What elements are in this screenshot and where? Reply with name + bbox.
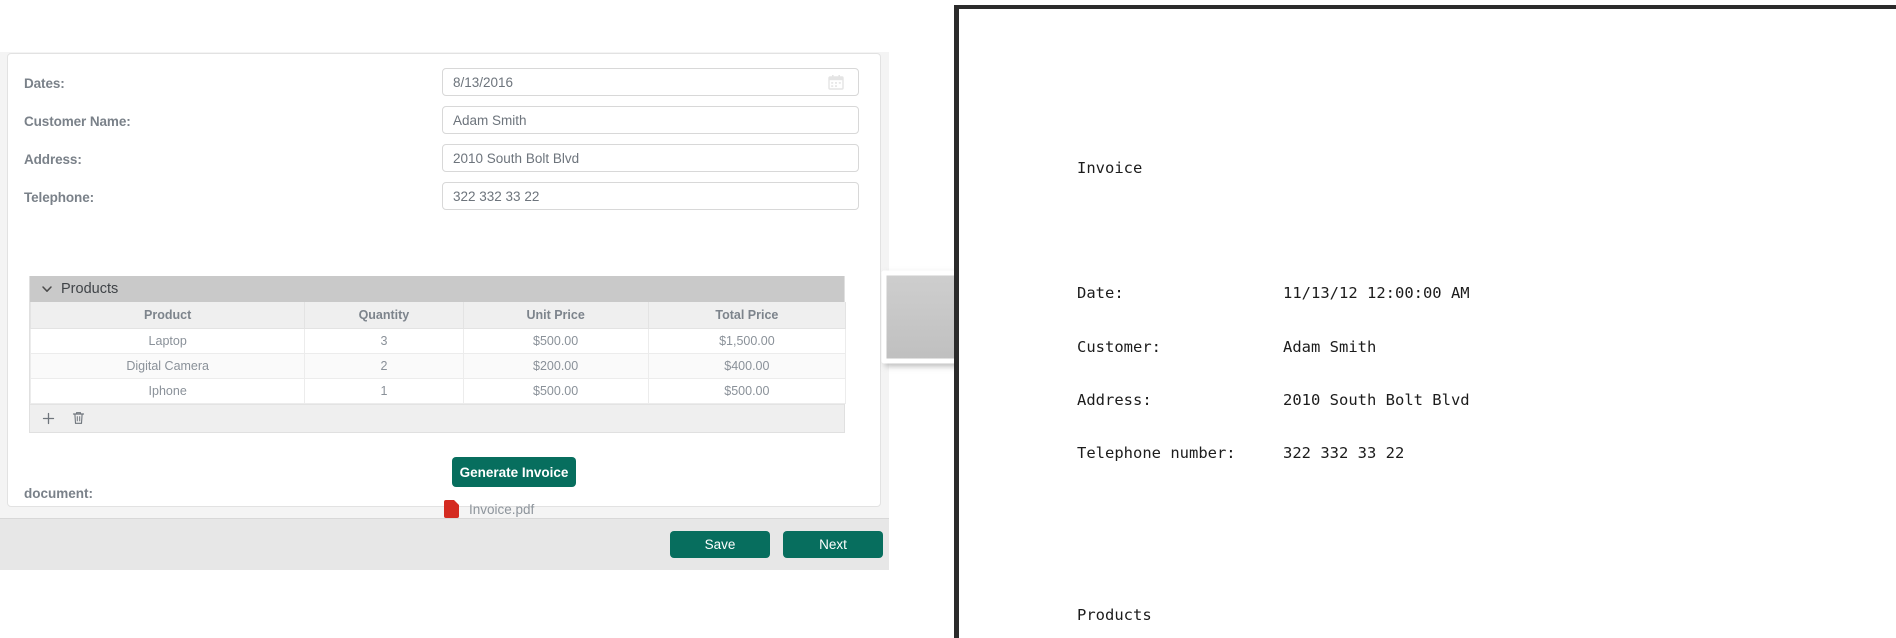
pdf-file-icon [444,500,459,518]
grid-col-unit-price[interactable]: Unit Price [462,302,649,329]
invoice-form-panel: Dates: 8/13/2016 Customer Name: Adam Smi… [0,0,889,638]
customer-name-label: Customer Name: [24,114,131,129]
invoice-products-heading-block: Products [1077,571,1583,638]
cell-product: Iphone [29,377,306,404]
form-row-address: Address: [8,144,882,182]
cell-product: Laptop [29,327,306,354]
invoice-products-heading: Products [1077,605,1152,624]
meta-line-date: Date: 11/13/12 12:00:00 AM [1077,284,1583,303]
products-panel: Products Product Quantity Unit Price Tot… [29,276,847,433]
grid-col-product[interactable]: Product [29,302,306,329]
cell-unit-price: $500.00 [462,377,649,404]
plus-icon[interactable] [41,411,55,425]
address-label: Address: [24,152,82,167]
grid-header-row: Product Quantity Unit Price Total Price [29,302,847,329]
meta-value-address: 2010 South Bolt Blvd [1283,390,1470,409]
products-section-title: Products [61,281,119,297]
form-row-telephone: Telephone: [8,182,882,220]
form-footer-bar: Save Next [0,518,889,570]
meta-line-customer: Customer: Adam Smith [1077,337,1583,357]
table-row[interactable]: Digital Camera 2 $200.00 $400.00 [29,352,847,379]
pdf-file-name[interactable]: Invoice.pdf [469,502,534,517]
form-card: Dates: 8/13/2016 Customer Name: Adam Smi… [7,53,882,518]
meta-line-telephone: Telephone number: 322 332 33 22 [1077,444,1583,463]
table-row[interactable]: Laptop 3 $500.00 $1,500.00 [29,327,847,354]
screenshot-root: Dates: 8/13/2016 Customer Name: Adam Smi… [0,0,1896,638]
invoice-doc-title: Invoice [1077,159,1143,178]
grid-col-quantity[interactable]: Quantity [304,302,464,329]
meta-value-telephone: 322 332 33 22 [1283,444,1405,463]
meta-line-address: Address: 2010 South Bolt Blvd [1077,390,1583,410]
grid-footer-toolbar [30,403,844,432]
table-row[interactable]: Iphone 1 $500.00 $500.00 [29,377,847,404]
document-label: document: [24,486,93,501]
generate-invoice-button[interactable]: Generate Invoice [452,457,576,487]
meta-label-date: Date: [1077,284,1124,303]
meta-label-address: Address: [1077,390,1152,409]
meta-value-date: 11/13/12 12:00:00 AM [1283,284,1470,303]
next-button[interactable]: Next [783,531,883,558]
grid-col-total-price[interactable]: Total Price [647,302,847,329]
telephone-input[interactable] [442,182,859,210]
calendar-icon[interactable] [828,74,844,90]
invoice-preview-panel: Invoice Date: 11/13/12 12:00:00 AM Custom… [954,5,1896,638]
invoice-meta-block: Date: 11/13/12 12:00:00 AM Customer: Adam … [1077,250,1583,499]
dates-input[interactable] [442,68,859,96]
cell-quantity: 2 [304,352,464,379]
cell-quantity: 1 [304,377,464,404]
form-row-customer-name: Customer Name: [8,106,882,144]
meta-label-telephone: Telephone number: [1077,444,1236,463]
meta-value-customer: Adam Smith [1283,337,1377,356]
address-input[interactable] [442,144,859,172]
cell-unit-price: $200.00 [462,352,649,379]
dates-label: Dates: [24,76,65,91]
products-section-header[interactable]: Products [30,276,844,302]
invoice-document-text: Invoice Date: 11/13/12 12:00:00 AM Custom… [1077,107,1583,638]
trash-icon[interactable] [71,411,85,425]
form-top-strip [0,0,889,52]
cell-product: Digital Camera [29,352,306,379]
document-attachment[interactable]: Invoice.pdf [444,500,534,518]
cell-unit-price: $500.00 [462,327,649,354]
cell-total-price: $500.00 [647,377,847,404]
cell-quantity: 3 [304,327,464,354]
customer-name-input[interactable] [442,106,859,134]
meta-label-customer: Customer: [1077,337,1161,356]
cell-total-price: $1,500.00 [647,327,847,354]
form-row-dates: Dates: [8,68,882,106]
products-grid: Product Quantity Unit Price Total Price … [29,302,847,404]
chevron-down-icon[interactable] [40,282,54,296]
cell-total-price: $400.00 [647,352,847,379]
telephone-label: Telephone: [24,190,95,205]
save-button[interactable]: Save [670,531,770,558]
